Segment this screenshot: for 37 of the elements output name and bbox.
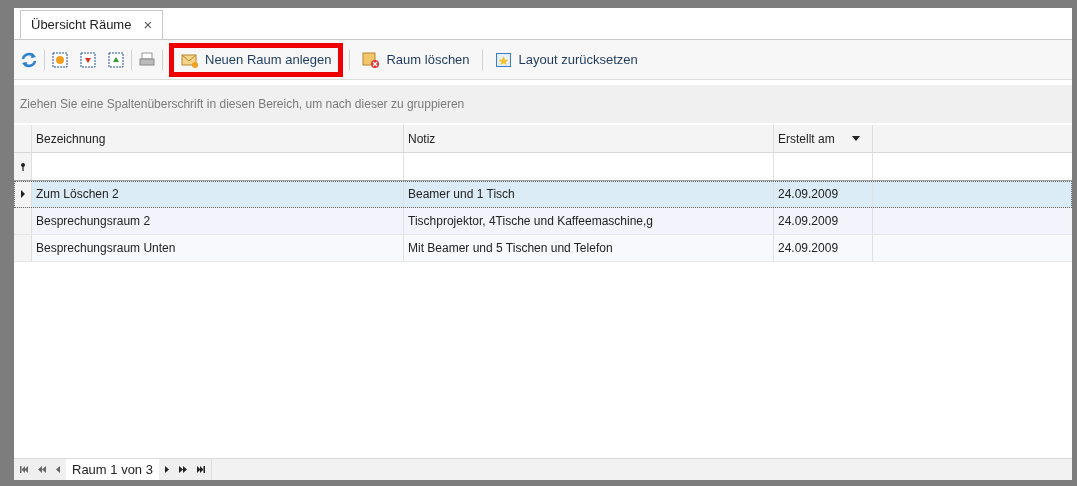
table-cell: Beamer und 1 Tisch xyxy=(404,181,774,207)
last-page-icon[interactable] xyxy=(196,466,205,473)
table-row[interactable]: Zum Löschen 2 Beamer und 1 Tisch 24.09.2009 xyxy=(14,181,1072,208)
next-page-icon[interactable] xyxy=(178,466,187,473)
column-header[interactable]: Notiz xyxy=(404,125,774,152)
row-indicator[interactable] xyxy=(14,181,32,207)
table-cell: Zum Löschen 2 xyxy=(32,181,404,207)
tab-label: Übersicht Räume xyxy=(31,16,132,35)
tab[interactable]: Übersicht Räume × xyxy=(20,10,164,39)
filter-icon xyxy=(19,162,26,171)
table-row[interactable]: Besprechungsraum 2 Tischprojektor, 4Tische und Kaffeemaschine,g 24.09.2009 xyxy=(14,208,1072,235)
delete-icon[interactable] xyxy=(362,50,381,69)
table-cell: 24.09.2009 xyxy=(774,235,873,261)
first-page-icon[interactable] xyxy=(20,466,28,473)
previous-page-icon[interactable] xyxy=(38,466,46,473)
table-cell: Mit Beamer und 5 Tischen und Telefon xyxy=(404,235,774,261)
column-header[interactable]: Erstellt am xyxy=(774,125,873,152)
toolbar-button[interactable]: Neuen Raum anlegen xyxy=(169,42,344,77)
previous-icon[interactable] xyxy=(56,466,60,473)
toolbar-button[interactable]: Raum löschen xyxy=(356,42,476,77)
column-header[interactable]: Bezeichnung xyxy=(32,125,404,152)
expand-icon[interactable] xyxy=(51,50,69,69)
table-cell: Tischprojektor, 4Tische und Kaffeemaschine,g xyxy=(404,208,774,234)
pager-label: Raum 1 von 3 xyxy=(66,459,159,480)
table-cell: 24.09.2009 xyxy=(774,208,873,234)
row-indicator-icon xyxy=(20,190,25,198)
layout-icon[interactable] xyxy=(494,50,513,69)
table-cell: Besprechungsraum Unten xyxy=(32,235,404,261)
table-row[interactable]: Besprechungsraum Unten Mit Beamer und 5 Tischen und Telefon 24.09.2009 xyxy=(14,235,1072,262)
close-icon[interactable]: × xyxy=(143,13,153,37)
table-cell: Besprechungsraum 2 xyxy=(32,208,404,234)
group-hint: Ziehen Sie eine Spaltenüberschrift in diesen Bereich, um nach dieser zu gruppieren xyxy=(20,96,465,113)
printer-icon[interactable] xyxy=(138,50,156,69)
table-cell: 24.09.2009 xyxy=(774,181,873,207)
toolbar-button[interactable]: Layout zurücksetzen xyxy=(488,42,644,77)
next-icon[interactable] xyxy=(164,466,169,473)
refresh-icon[interactable] xyxy=(20,50,38,69)
